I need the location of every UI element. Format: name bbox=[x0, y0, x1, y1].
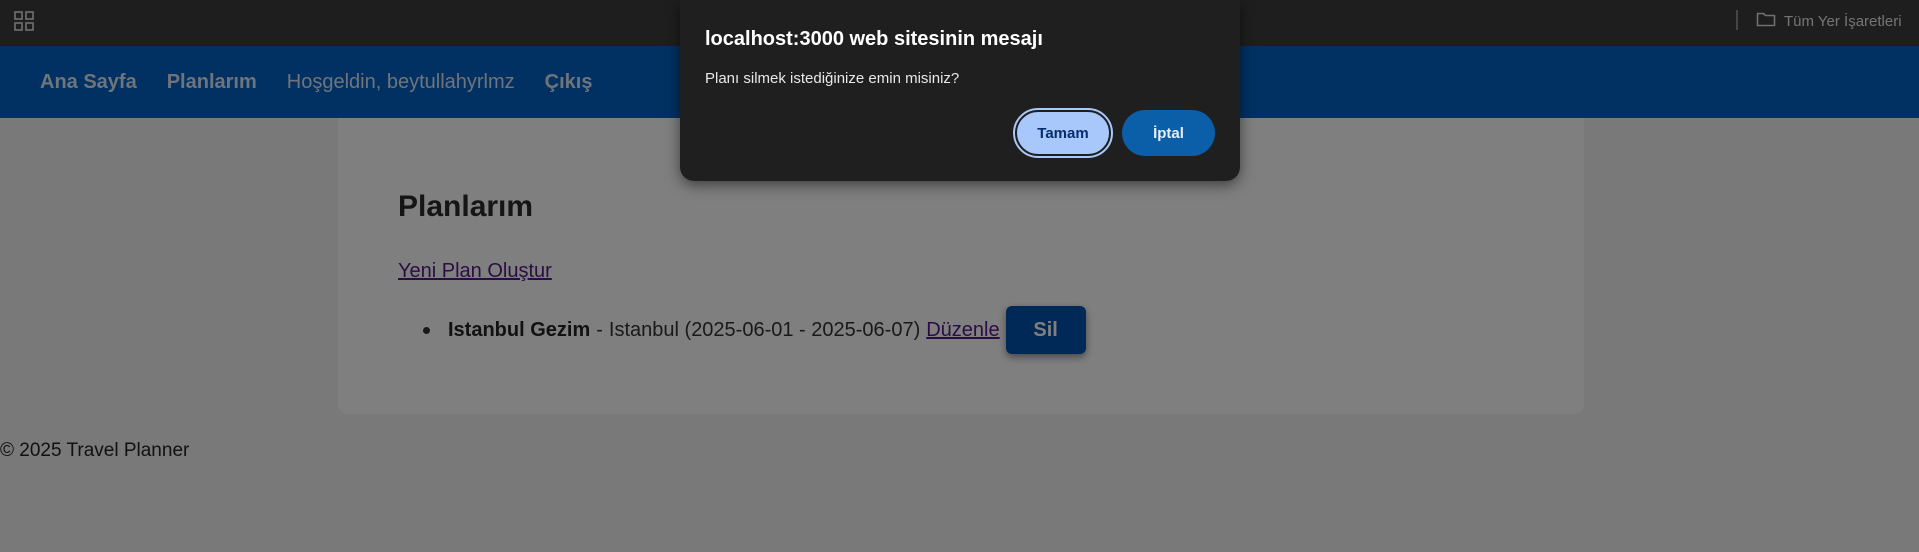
dialog-message: Planı silmek istediğinize emin misiniz? bbox=[705, 70, 960, 87]
ok-button[interactable]: Tamam bbox=[1013, 108, 1113, 158]
cancel-button[interactable]: İptal bbox=[1122, 110, 1215, 156]
dialog-title: localhost:3000 web sitesinin mesajı bbox=[705, 28, 1043, 50]
confirm-dialog: localhost:3000 web sitesinin mesajı Plan… bbox=[680, 0, 1240, 181]
